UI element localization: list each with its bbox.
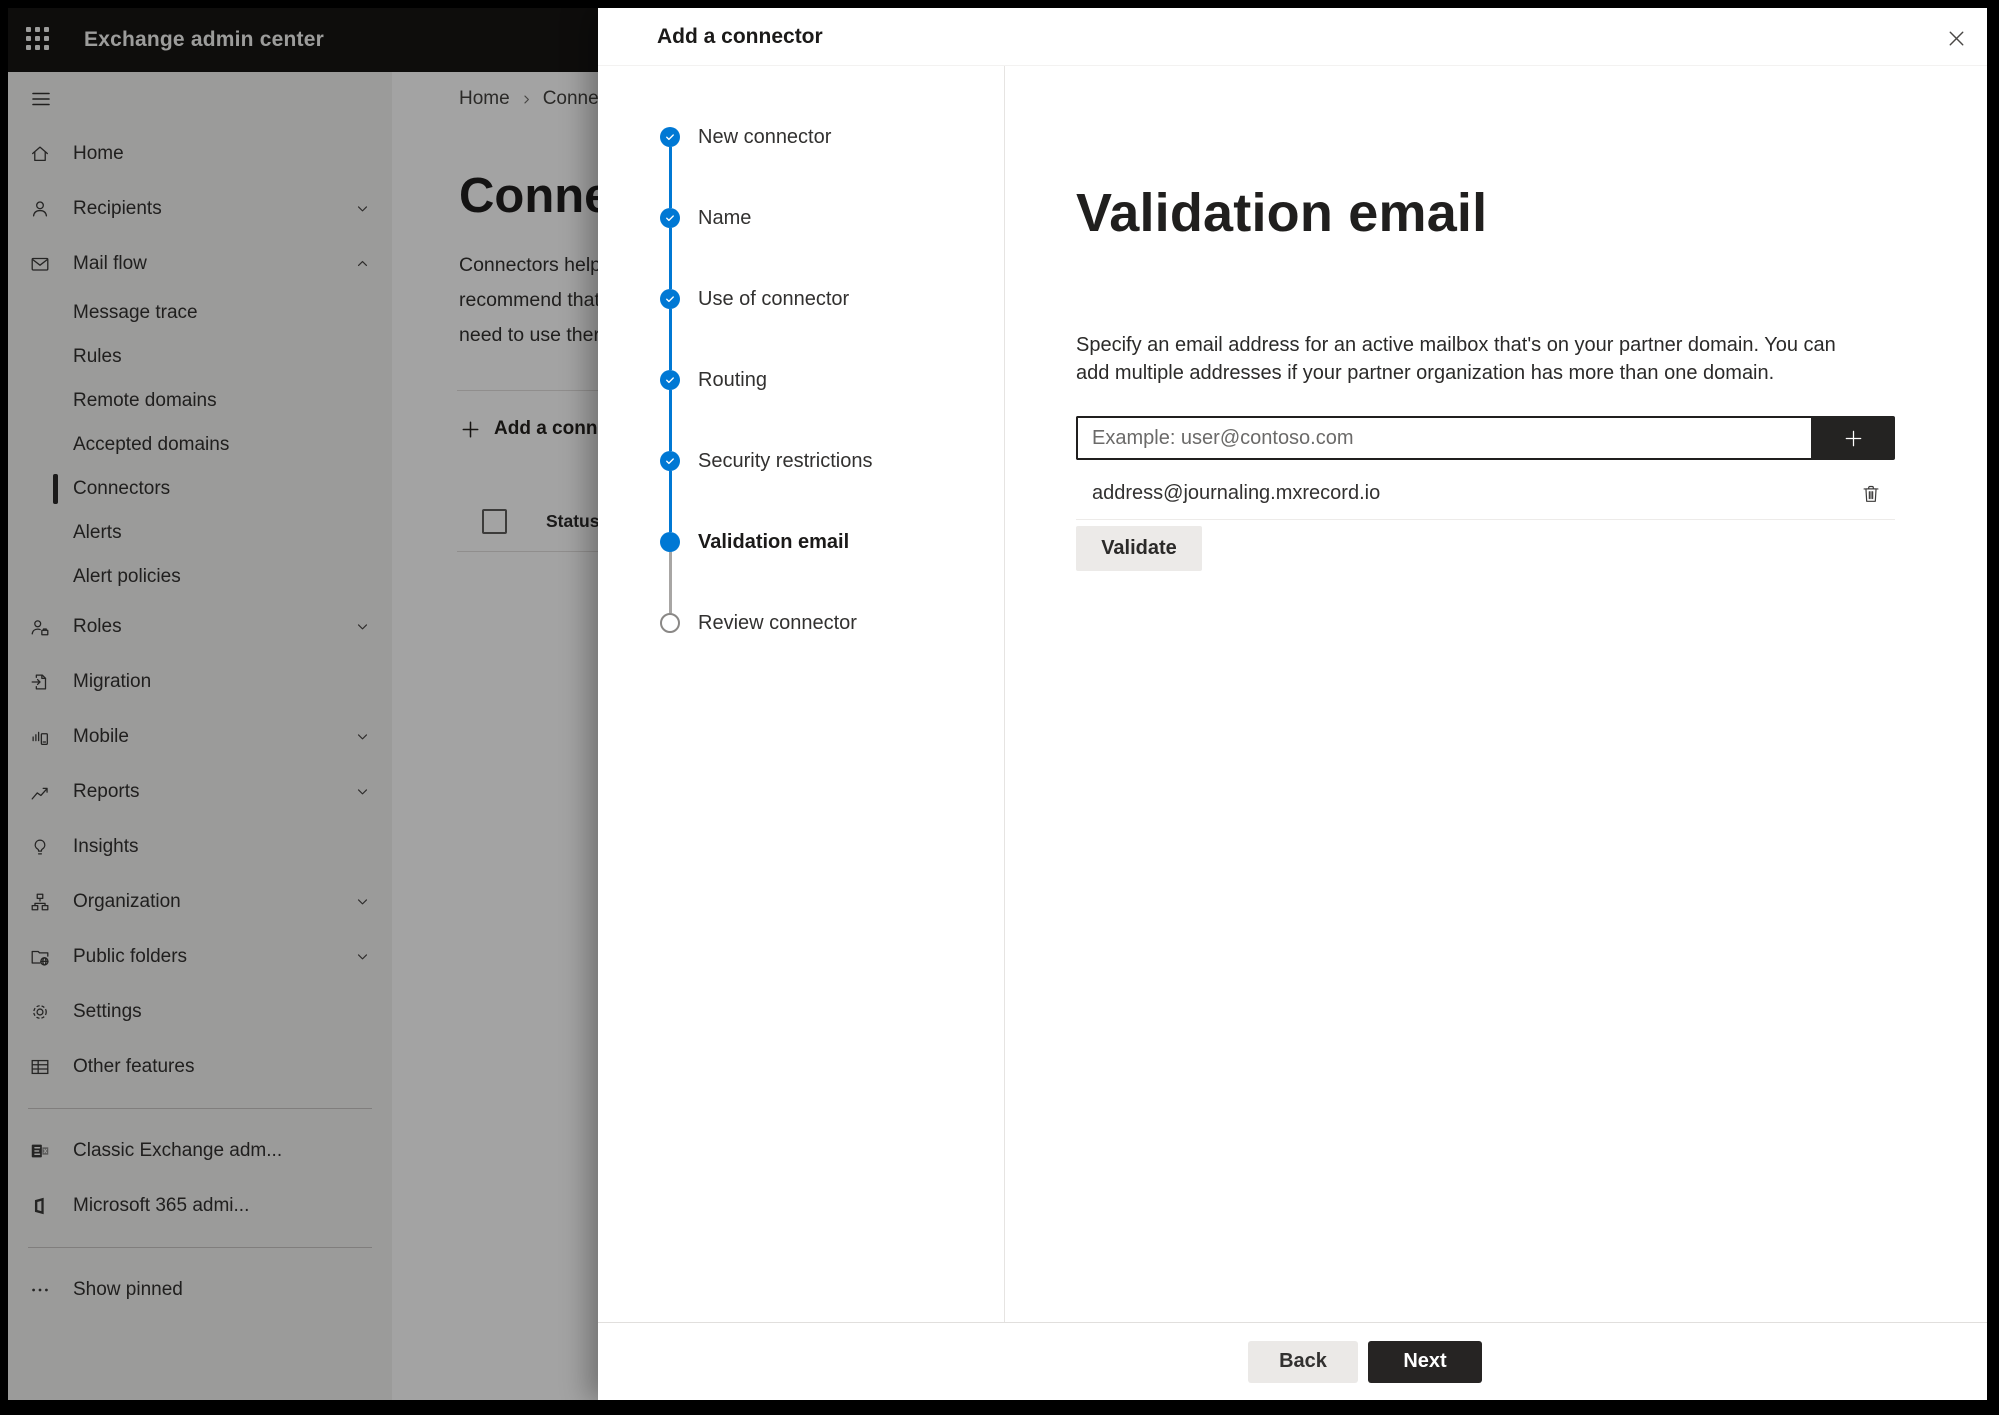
email-address: address@journaling.mxrecord.io <box>1092 482 1381 504</box>
delete-email-button[interactable] <box>1855 478 1887 510</box>
wizard-step-review-connector[interactable]: Review connector <box>660 613 873 634</box>
close-icon <box>1949 31 1963 45</box>
add-email-button[interactable] <box>1811 416 1895 460</box>
plus-icon <box>1845 430 1861 446</box>
step-circle <box>660 451 680 471</box>
email-input-row <box>1076 416 1895 460</box>
wizard-steps-column: New connector Name Use of connector Rout… <box>598 66 1005 1322</box>
close-button[interactable] <box>1941 23 1971 53</box>
step-circle <box>660 127 680 147</box>
step-connector-line <box>668 147 672 208</box>
wizard-step-routing[interactable]: Routing <box>660 370 873 451</box>
step-label: Security restrictions <box>698 450 873 472</box>
wizard-step-use-of-connector[interactable]: Use of connector <box>660 289 873 370</box>
check-icon <box>666 458 674 465</box>
step-connector-line <box>668 228 672 289</box>
step-content: Validation email Specify an email addres… <box>1006 66 1987 1322</box>
panel-title: Add a connector <box>657 24 823 48</box>
step-label: New connector <box>698 126 832 148</box>
step-heading: Validation email <box>1076 183 1488 243</box>
step-label: Validation email <box>698 531 850 553</box>
panel-footer: Back Next <box>598 1322 1987 1400</box>
email-address-row: address@journaling.mxrecord.io <box>1076 468 1895 520</box>
step-label: Review connector <box>698 612 857 634</box>
check-icon <box>666 134 674 141</box>
step-label: Name <box>698 207 752 229</box>
trash-icon <box>1863 485 1879 502</box>
check-icon <box>666 296 674 303</box>
app-window: Exchange admin center Home Recipients Ma… <box>8 8 1987 1400</box>
wizard-steps: New connector Name Use of connector Rout… <box>660 127 873 634</box>
step-description: Specify an email address for an active m… <box>1076 334 1836 384</box>
step-connector-line <box>668 471 672 532</box>
validate-button[interactable]: Validate <box>1076 526 1202 571</box>
step-circle <box>660 370 680 390</box>
wizard-step-name[interactable]: Name <box>660 208 873 289</box>
add-connector-panel: Add a connector New connector Name Use o… <box>598 8 1987 1400</box>
step-circle <box>660 289 680 309</box>
step-circle <box>660 208 680 228</box>
panel-header: Add a connector <box>598 8 1987 66</box>
back-button[interactable]: Back <box>1248 1340 1358 1383</box>
step-circle <box>660 613 680 633</box>
wizard-step-security-restrictions[interactable]: Security restrictions <box>660 451 873 532</box>
step-label: Routing <box>698 369 767 391</box>
step-circle <box>660 532 680 552</box>
step-connector-line <box>668 552 672 613</box>
screenshot-frame: Exchange admin center Home Recipients Ma… <box>0 0 1999 1415</box>
step-connector-line <box>668 390 672 451</box>
check-icon <box>666 215 674 222</box>
step-connector-line <box>668 309 672 370</box>
wizard-step-validation-email[interactable]: Validation email <box>660 532 873 613</box>
wizard-step-new-connector[interactable]: New connector <box>660 127 873 208</box>
email-input[interactable] <box>1076 416 1811 460</box>
next-button[interactable]: Next <box>1368 1340 1482 1383</box>
step-label: Use of connector <box>698 288 850 310</box>
check-icon <box>666 377 674 384</box>
